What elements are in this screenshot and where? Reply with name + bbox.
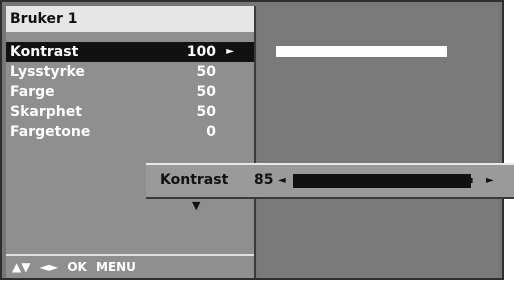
menu-item-kontrast[interactable]: Kontrast 100 ►	[6, 42, 254, 62]
menu-item-label: Kontrast	[10, 44, 79, 60]
menu-item-label: Farge	[10, 84, 55, 100]
kontrast-slider-popup[interactable]: Kontrast 85 ◄ ıııı ►	[146, 163, 514, 199]
slider-track[interactable]	[293, 174, 471, 188]
menu-item-farge[interactable]: Farge 50	[6, 82, 254, 102]
picture-menu: Bruker 1 Kontrast 100 ► Lysstyrke 50 Far…	[6, 6, 256, 278]
menu-item-lysstyrke[interactable]: Lysstyrke 50	[6, 62, 254, 82]
right-arrow-icon: ►	[226, 46, 234, 57]
right-arrow-icon[interactable]: ►	[486, 175, 494, 186]
menu-item-fargetone[interactable]: Fargetone 0	[6, 122, 254, 142]
menu-item-value: 0	[206, 124, 216, 140]
menu-item-label: Lysstyrke	[10, 64, 85, 80]
preview-pane	[258, 6, 498, 278]
slider-ticks: ıııı	[464, 176, 473, 186]
menu-item-value: 50	[196, 104, 216, 120]
preview-highlight-bar	[276, 46, 447, 57]
slider-fill	[293, 174, 445, 188]
menu-item-label: Fargetone	[10, 124, 91, 140]
slider-value: 85	[254, 172, 274, 188]
menu-hint: MENU	[96, 260, 136, 274]
scroll-down-icon[interactable]: ▼	[192, 199, 200, 212]
up-down-icon: ▲▼	[12, 260, 31, 274]
ok-hint: OK	[67, 260, 87, 274]
menu-item-value: 100	[186, 44, 216, 60]
slider-label: Kontrast	[160, 172, 229, 188]
menu-title: Bruker 1	[6, 6, 254, 32]
menu-item-skarphet[interactable]: Skarphet 50	[6, 102, 254, 122]
osd-window: Bruker 1 Kontrast 100 ► Lysstyrke 50 Far…	[0, 0, 504, 280]
nav-hint-bar: ▲▼ ◄► OK MENU	[6, 254, 254, 278]
left-right-icon: ◄►	[39, 260, 59, 274]
left-arrow-icon[interactable]: ◄	[278, 175, 286, 186]
menu-items: Kontrast 100 ► Lysstyrke 50 Farge 50 Ska…	[6, 42, 254, 142]
menu-item-value: 50	[196, 64, 216, 80]
menu-item-value: 50	[196, 84, 216, 100]
menu-item-label: Skarphet	[10, 104, 82, 120]
